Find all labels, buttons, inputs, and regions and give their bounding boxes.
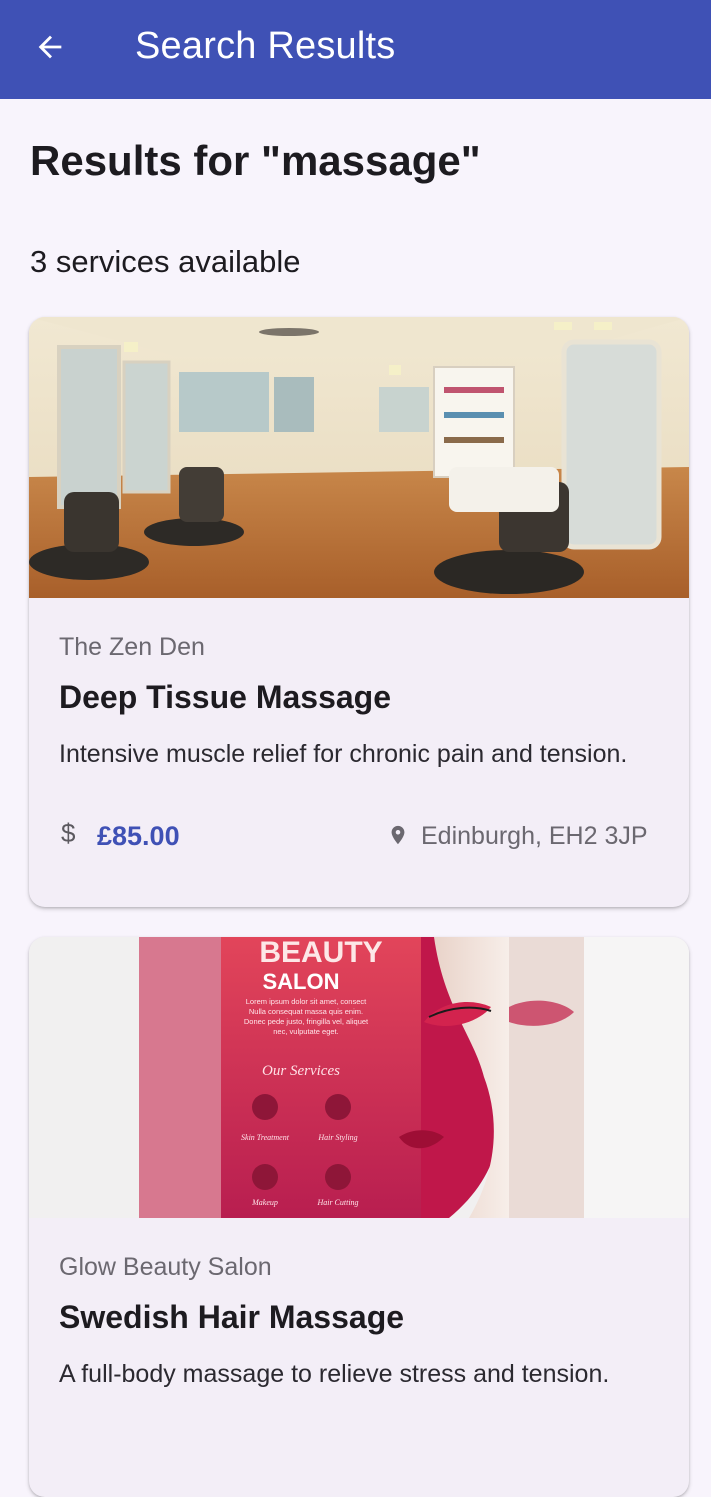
service-name: Deep Tissue Massage (59, 679, 392, 715)
salon-interior-photo (29, 317, 689, 598)
provider-name: The Zen Den (59, 633, 205, 661)
service-price: £85.00 (97, 821, 180, 851)
service-location: Edinburgh, EH2 3JP (421, 822, 648, 850)
service-card[interactable]: BEAUTY SALON Lorem ipsum dolor sit amet,… (29, 937, 689, 1497)
provider-name: Glow Beauty Salon (59, 1253, 272, 1281)
service-description: Intensive muscle relief for chronic pain… (59, 740, 628, 768)
service-name: Swedish Hair Massage (59, 1299, 405, 1335)
flyer-service-label: Makeup (251, 1198, 278, 1207)
results-count: 3 services available (30, 244, 301, 279)
flyer-service-label: Hair Styling (317, 1133, 357, 1142)
location-pin-icon (391, 825, 405, 845)
flyer-services-heading: Our Services (262, 1063, 340, 1079)
flyer-title-line1: BEAUTY (259, 937, 382, 969)
back-button[interactable] (22, 22, 78, 72)
flyer-blurb: Lorem ipsum dolor sit amet, consect Null… (243, 997, 369, 1036)
service-card[interactable]: The Zen Den Deep Tissue Massage Intensiv… (29, 317, 689, 907)
flyer-service-label: Hair Cutting (316, 1198, 358, 1207)
flyer-title-line2: SALON (263, 969, 340, 994)
arrow-back-icon (38, 35, 62, 59)
beauty-salon-flyer-photo: BEAUTY SALON Lorem ipsum dolor sit amet,… (29, 937, 689, 1218)
app-bar-title: Search Results (135, 25, 396, 67)
price-location-row: $ £85.00 Edinburgh, EH2 3JP (59, 816, 659, 856)
app-bar: Search Results (0, 0, 711, 99)
service-description: A full-body massage to relieve stress an… (59, 1360, 610, 1388)
flyer-service-label: Skin Treatment (241, 1133, 290, 1142)
page-title: Results for "massage" (30, 137, 481, 184)
dollar-icon: $ (61, 818, 76, 848)
